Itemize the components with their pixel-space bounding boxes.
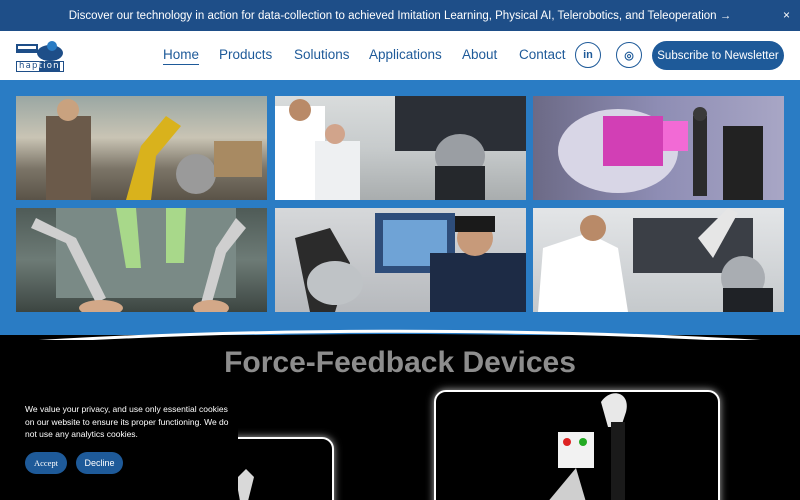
- section-title: Force-Feedback Devices: [224, 346, 576, 379]
- photo-dual-haptic-arms: [16, 208, 267, 312]
- image-gallery: [0, 80, 800, 335]
- nav-solutions[interactable]: Solutions: [294, 47, 350, 62]
- device-card[interactable]: [434, 390, 720, 500]
- logo-graphic-icon: [16, 41, 63, 61]
- photo-operator-robot-arm: [16, 96, 267, 200]
- nav-products[interactable]: Products: [219, 47, 272, 62]
- photo-doctor-haptic-arm: [533, 208, 784, 312]
- announcement-text[interactable]: Discover our technology in action for da…: [69, 10, 731, 22]
- nav-about[interactable]: About: [462, 47, 497, 62]
- accept-button[interactable]: Accept: [25, 452, 67, 474]
- photo-vr-haptic-user: [275, 208, 526, 312]
- site-header: haption Home Products Solutions Applicat…: [0, 31, 800, 80]
- nav-home[interactable]: Home: [163, 47, 200, 65]
- photo-vr-engine-model: [533, 96, 784, 200]
- linkedin-icon[interactable]: in: [575, 42, 601, 68]
- instagram-icon[interactable]: ◎: [616, 42, 642, 68]
- decline-button[interactable]: Decline: [76, 452, 123, 474]
- announcement-bar[interactable]: Discover our technology in action for da…: [0, 0, 800, 31]
- photo-teleoperation-workstation: [275, 96, 526, 200]
- cookie-banner: We value your privacy, and use only esse…: [0, 392, 238, 500]
- nav-contact[interactable]: Contact: [519, 47, 566, 62]
- nav-applications[interactable]: Applications: [369, 47, 442, 62]
- haption-logo[interactable]: haption: [16, 40, 64, 73]
- cookie-text: We value your privacy, and use only esse…: [25, 404, 229, 439]
- close-icon[interactable]: ×: [783, 8, 790, 22]
- logo-wordmark: haption: [16, 61, 64, 72]
- subscribe-newsletter-button[interactable]: Subscribe to Newsletter: [652, 41, 784, 70]
